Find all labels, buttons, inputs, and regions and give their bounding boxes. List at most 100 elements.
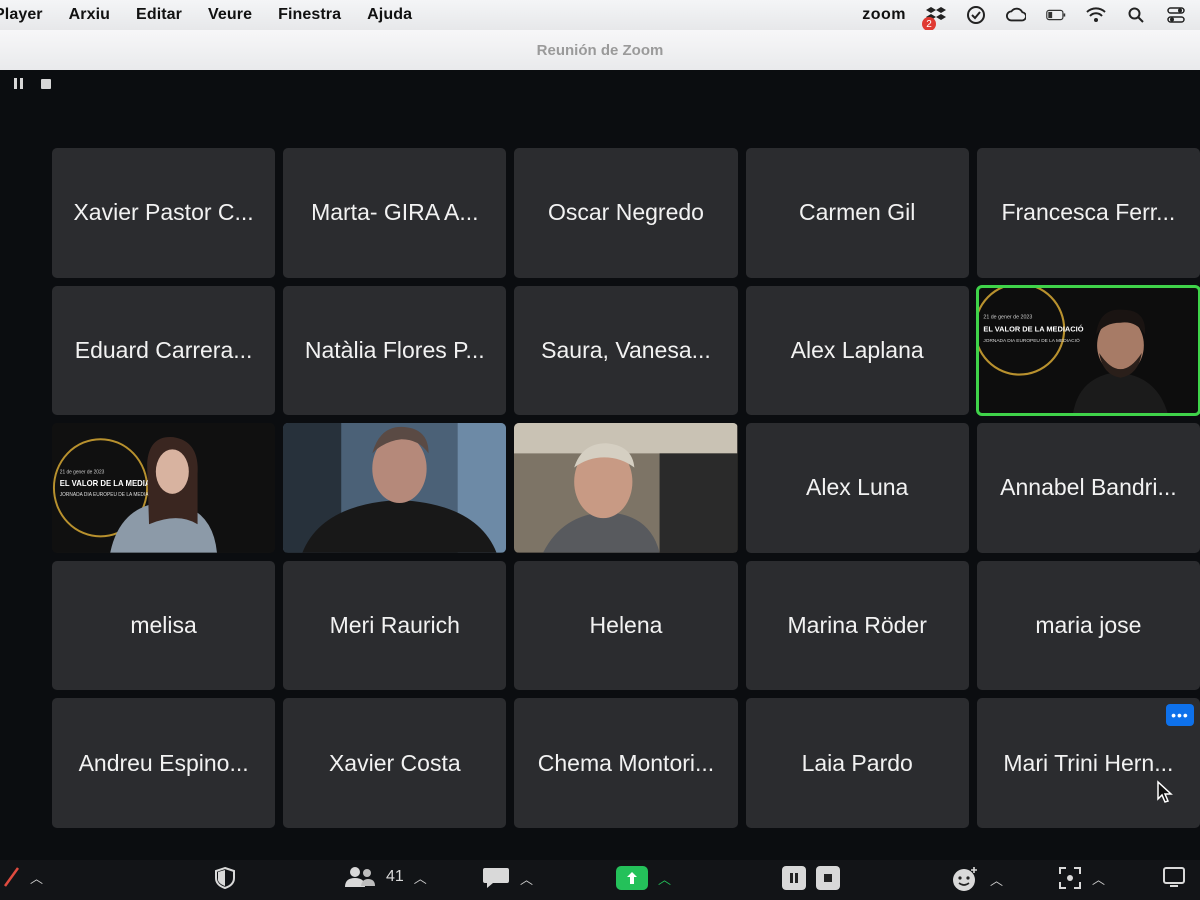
menu-arxiu[interactable]: Arxiu — [69, 6, 110, 24]
dropbox-icon[interactable]: 2 — [922, 5, 946, 31]
participant-tile[interactable]: Natàlia Flores P... — [283, 285, 507, 416]
participant-tile[interactable]: Laia Pardo — [745, 698, 969, 828]
chevron-up-icon[interactable]: ︿ — [30, 868, 43, 887]
more-options-button[interactable]: ••• — [1165, 704, 1194, 727]
participant-name: Laia Pardo — [801, 749, 913, 776]
meeting-toolbar: ︿ 41 ︿ ︿ ︿ ︿ ︿ — [0, 860, 1200, 900]
participant-video-frame: 21 de gener de 2023 EL VALOR DE LA MEDIA… — [52, 423, 276, 553]
participant-tile[interactable]: Marta- GIRA A... — [283, 148, 507, 278]
share-screen-button[interactable] — [616, 866, 648, 890]
participant-tile[interactable]: Francesca Ferr... — [976, 148, 1200, 278]
chevron-up-icon[interactable]: ︿ — [520, 869, 533, 888]
participant-video-tile[interactable] — [283, 423, 507, 553]
participant-tile[interactable]: Oscar Negredo — [514, 148, 738, 278]
chat-icon — [483, 868, 509, 888]
participant-name: Andreu Espino... — [78, 749, 249, 776]
pause-icon — [790, 873, 798, 883]
slide-subtitle: JORNADA DIA EUROPEU DE LA MEDIACIÓ — [983, 337, 1080, 344]
slide-title: EL VALOR DE LA MEDIACIÓ — [983, 324, 1083, 333]
participant-name: Oscar Negredo — [548, 199, 704, 226]
menu-veure[interactable]: Veure — [208, 6, 252, 24]
participant-tile[interactable]: Eduard Carrera... — [52, 285, 276, 416]
whiteboard-icon — [1163, 867, 1185, 887]
participant-video-frame — [514, 423, 738, 553]
mac-menubar: Player Arxiu Editar Veure Finestra Ajuda… — [0, 0, 1200, 31]
battery-icon[interactable] — [1046, 5, 1066, 25]
participant-name: maria jose — [1035, 612, 1142, 639]
slide-subtitle: JORNADA DIA EUROPEU DE LA MEDIACIÓ — [60, 491, 158, 498]
participant-tile[interactable]: Helena — [514, 560, 738, 691]
participant-name: Alex Laplana — [790, 336, 924, 363]
zoom-status-item[interactable]: zoom — [862, 6, 906, 24]
participants-count: 41 — [386, 868, 404, 885]
recording-controls — [14, 78, 51, 89]
whiteboard-control[interactable] — [1162, 866, 1188, 888]
slide-date: 21 de gener de 2023 — [60, 470, 105, 476]
chevron-up-icon[interactable]: ︿ — [414, 868, 427, 887]
menu-app[interactable]: Player — [0, 6, 43, 24]
dropbox-badge: 2 — [922, 17, 936, 31]
participant-name: Marta- GIRA A... — [311, 199, 479, 226]
pause-recording-icon[interactable] — [14, 78, 23, 89]
recording-toolbar-control[interactable] — [782, 866, 840, 890]
participant-tile[interactable]: Saura, Vanesa... — [514, 285, 738, 416]
status-area: zoom 2 — [862, 5, 1200, 31]
participant-tile[interactable]: maria jose — [976, 560, 1200, 691]
participant-tile[interactable]: Xavier Pastor C... — [52, 148, 276, 278]
participant-tile[interactable]: melisa — [52, 560, 276, 691]
participant-name: Chema Montori... — [537, 749, 715, 776]
participant-video-tile[interactable]: 21 de gener de 2023 EL VALOR DE LA MEDIA… — [52, 423, 276, 553]
shield-icon — [215, 866, 235, 890]
participant-tile[interactable]: Alex Luna — [745, 423, 969, 553]
window-title: Reunión de Zoom — [536, 41, 664, 59]
participant-tile[interactable]: Meri Raurich — [283, 560, 507, 691]
active-speaker-video-tile[interactable]: 21 de gener de 2023 EL VALOR DE LA MEDIA… — [975, 284, 1200, 417]
search-icon[interactable] — [1126, 5, 1146, 25]
participant-tile[interactable]: Carmen Gil — [745, 148, 969, 278]
security-control[interactable] — [214, 866, 236, 890]
checklist-icon[interactable] — [966, 5, 986, 25]
microphone-icon — [4, 867, 20, 887]
menu-ajuda[interactable]: Ajuda — [367, 6, 412, 24]
participant-tile[interactable]: Xavier Costa — [283, 698, 507, 828]
app-menu: Player Arxiu Editar Veure Finestra Ajuda — [0, 6, 438, 24]
audio-control[interactable]: ︿ — [4, 866, 43, 888]
menu-finestra[interactable]: Finestra — [278, 6, 341, 24]
slide-date: 21 de gener de 2023 — [983, 314, 1032, 320]
participant-tile[interactable]: Marina Röder — [745, 560, 969, 691]
pause-recording-button[interactable] — [782, 866, 806, 890]
participant-tile[interactable]: Andreu Espino... — [52, 698, 276, 828]
participant-tile[interactable]: Annabel Bandri... — [976, 423, 1200, 553]
participant-tile[interactable]: Mari Trini Hern... ••• — [976, 698, 1200, 828]
speaker-video-frame: 21 de gener de 2023 EL VALOR DE LA MEDIA… — [976, 285, 1200, 416]
participant-video-frame — [283, 423, 507, 553]
apps-icon — [1059, 867, 1081, 889]
participants-icon — [345, 867, 375, 887]
participant-name: Mari Trini Hern... — [1003, 749, 1174, 776]
chevron-up-icon[interactable]: ︿ — [1092, 869, 1105, 888]
participants-control[interactable]: 41 ︿ — [344, 866, 427, 888]
stop-recording-icon[interactable] — [41, 78, 51, 89]
participant-name: Xavier Pastor C... — [73, 199, 254, 226]
menu-editar[interactable]: Editar — [136, 6, 182, 24]
stop-icon — [824, 874, 832, 882]
reactions-control[interactable]: ︿ — [952, 866, 1003, 892]
stop-recording-button[interactable] — [816, 866, 840, 890]
chevron-up-icon[interactable]: ︿ — [658, 869, 671, 888]
share-screen-control[interactable]: ︿ — [616, 866, 671, 890]
chat-control[interactable]: ︿ — [482, 866, 533, 890]
apps-control[interactable]: ︿ — [1058, 866, 1105, 890]
gallery-grid: Xavier Pastor C... Marta- GIRA A... Osca… — [52, 148, 1200, 828]
creative-cloud-icon[interactable] — [1006, 5, 1026, 25]
participant-name: Alex Luna — [806, 474, 909, 501]
window-titlebar: Reunión de Zoom — [0, 30, 1200, 70]
participant-video-tile[interactable] — [514, 423, 738, 553]
chevron-up-icon[interactable]: ︿ — [990, 870, 1003, 889]
participant-name: Saura, Vanesa... — [541, 336, 711, 363]
wifi-icon[interactable] — [1086, 5, 1106, 25]
participant-tile[interactable]: Chema Montori... — [514, 698, 738, 828]
participant-name: Meri Raurich — [329, 612, 460, 639]
participant-tile[interactable]: Alex Laplana — [745, 285, 969, 416]
participant-name: Francesca Ferr... — [1001, 199, 1176, 226]
control-center-icon[interactable] — [1166, 5, 1186, 25]
